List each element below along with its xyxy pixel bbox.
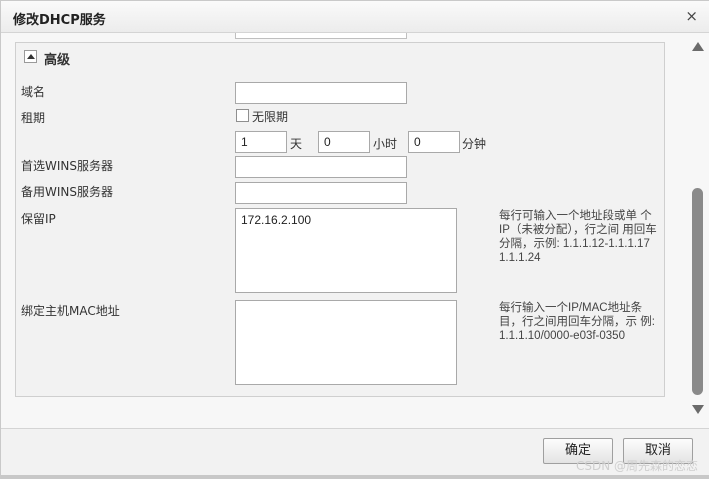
close-icon[interactable]: ×	[685, 7, 698, 25]
dhcp-edit-dialog: 修改DHCP服务 × 高级 域名 租期 无限期 天 小时	[0, 0, 709, 479]
primary-wins-label: 首选WINS服务器	[21, 159, 113, 173]
dialog-body: 高级 域名 租期 无限期 天 小时 分钟 首选WINS服务器 备用WINS服务器	[1, 33, 709, 428]
advanced-section: 高级 域名 租期 无限期 天 小时 分钟 首选WINS服务器 备用WINS服务器	[15, 42, 665, 397]
days-unit: 天	[290, 137, 303, 151]
primary-wins-input[interactable]	[235, 156, 407, 178]
scroll-down-icon[interactable]	[692, 405, 704, 414]
reserved-ip-hint: 每行可输入一个地址段或单 个IP（未被分配），行之间 用回车分隔，示例: 1.1…	[499, 210, 657, 264]
bind-mac-textarea[interactable]	[235, 300, 457, 385]
section-title: 高级	[44, 53, 71, 68]
backup-wins-label: 备用WINS服务器	[21, 185, 113, 199]
scroll-area: 高级 域名 租期 无限期 天 小时 分钟 首选WINS服务器 备用WINS服务器	[1, 33, 687, 428]
unlimited-checkbox[interactable]	[236, 109, 249, 122]
vertical-scrollbar[interactable]	[687, 33, 709, 428]
bind-mac-label: 绑定主机MAC地址	[21, 304, 120, 318]
bind-mac-hint: 每行输入一个IP/MAC地址条 目，行之间用回车分隔，示 例: 1.1.1.10…	[499, 302, 655, 342]
lease-hours-input[interactable]	[318, 131, 370, 153]
dialog-footer: 确定 取消 CSDN @周先森的恋恋	[1, 428, 709, 479]
watermark: CSDN @周先森的恋恋	[575, 459, 698, 473]
domain-label: 域名	[21, 85, 46, 99]
lease-minutes-input[interactable]	[408, 131, 460, 153]
minutes-unit: 分钟	[462, 137, 487, 151]
unlimited-label: 无限期	[252, 110, 289, 124]
bottom-border	[1, 475, 709, 479]
backup-wins-input[interactable]	[235, 182, 407, 204]
hours-unit: 小时	[373, 137, 398, 151]
lease-days-input[interactable]	[235, 131, 287, 153]
collapse-toggle-icon[interactable]	[24, 50, 37, 63]
lease-label: 租期	[21, 111, 46, 125]
scroll-thumb[interactable]	[692, 188, 703, 395]
reserved-ip-label: 保留IP	[21, 212, 56, 226]
dialog-title: 修改DHCP服务	[13, 13, 106, 28]
title-bar: 修改DHCP服务 ×	[1, 1, 709, 33]
domain-input[interactable]	[235, 82, 407, 104]
previous-input-stub	[235, 33, 407, 39]
reserved-ip-textarea[interactable]: 172.16.2.100	[235, 208, 457, 293]
scroll-up-icon[interactable]	[692, 42, 704, 51]
